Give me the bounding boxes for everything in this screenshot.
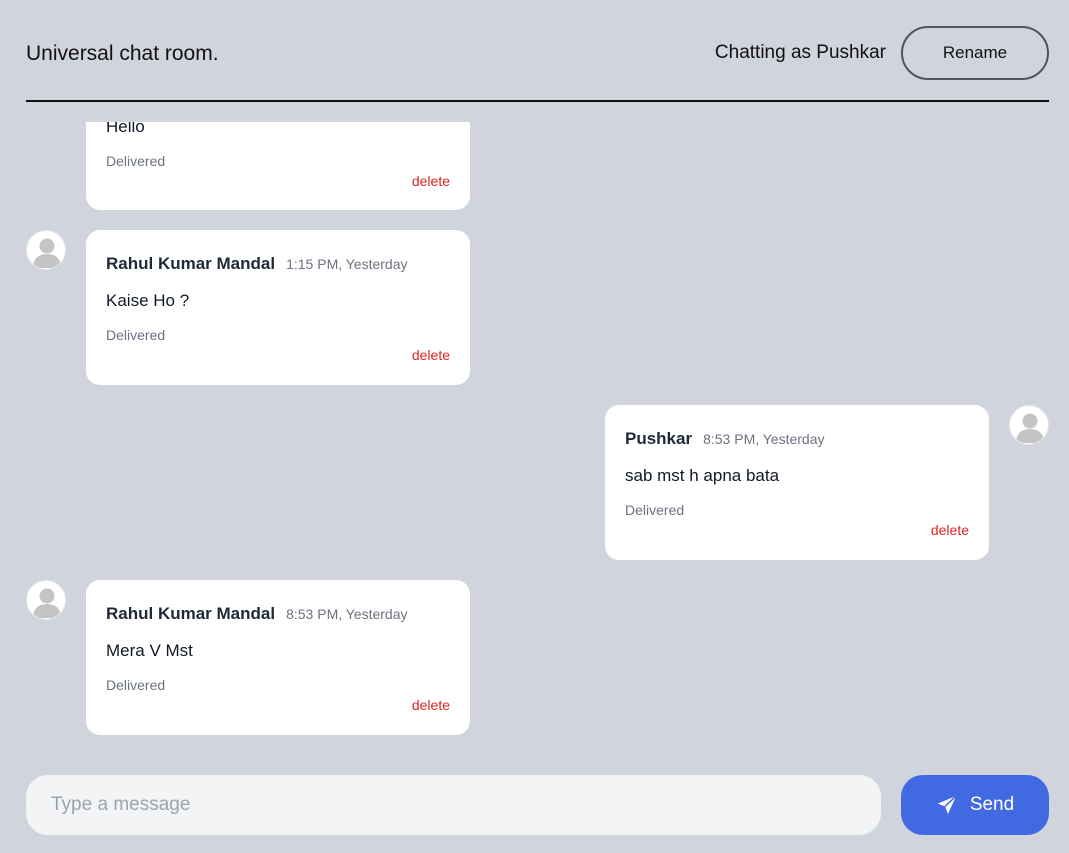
message-item: Rahul Kumar Mandal 8:53 PM, Yesterday Me…: [0, 580, 1069, 735]
message-sender: Pushkar: [625, 429, 693, 448]
message-bubble: Rahul Kumar Mandal 1:15 PM, Yesterday Ka…: [86, 230, 470, 385]
message-text: Mera V Mst: [106, 641, 193, 660]
user-avatar-icon: [1009, 405, 1049, 445]
message-bubble: Rahul Kumar Mandal 8:53 PM, Yesterday Me…: [86, 580, 470, 735]
chatting-as-label: Chatting as Pushkar: [714, 42, 886, 63]
message-item: Pushkar 8:53 PM, Yesterday sab mst h apn…: [0, 405, 1069, 560]
send-button[interactable]: Send: [901, 775, 1049, 835]
message-timestamp: 1:15 PM, Yesterday: [286, 256, 408, 272]
delete-message-link[interactable]: delete: [412, 697, 450, 713]
user-info: Chatting as Pushkar Rename: [715, 26, 1049, 80]
message-status: Delivered: [106, 153, 166, 169]
message-header: Pushkar 8:53 PM, Yesterday: [625, 429, 825, 449]
message-header: Rahul Kumar Mandal 1:15 PM, Yesterday: [106, 254, 408, 274]
message-list[interactable]: Hello Delivered delete Rahul Kumar Manda…: [0, 122, 1069, 752]
message-status: Delivered: [106, 327, 166, 343]
delete-message-link[interactable]: delete: [931, 522, 969, 538]
message-sender: Rahul Kumar Mandal: [106, 254, 276, 273]
room-title: Universal chat room.: [26, 42, 219, 65]
message-timestamp: 8:53 PM, Yesterday: [703, 431, 825, 447]
chat-app: Universal chat room. Chatting as Pushkar…: [0, 0, 1069, 853]
delete-message-link[interactable]: delete: [412, 173, 450, 189]
message-text: sab mst h apna bata: [625, 466, 780, 485]
message-item: Rahul Kumar Mandal 1:15 PM, Yesterday Ka…: [0, 230, 1069, 385]
message-text: Kaise Ho ?: [106, 291, 190, 310]
delete-message-link[interactable]: delete: [412, 347, 450, 363]
message-status: Delivered: [625, 502, 685, 518]
chat-header: Universal chat room. Chatting as Pushkar…: [26, 26, 1049, 102]
message-item: Hello Delivered delete: [0, 122, 1069, 210]
message-text: Hello: [106, 122, 145, 136]
message-timestamp: 8:53 PM, Yesterday: [286, 606, 408, 622]
message-bubble: Pushkar 8:53 PM, Yesterday sab mst h apn…: [605, 405, 989, 560]
user-avatar-icon: [26, 230, 66, 270]
rename-button[interactable]: Rename: [901, 26, 1049, 80]
message-input[interactable]: [26, 775, 881, 835]
message-sender: Rahul Kumar Mandal: [106, 604, 276, 623]
send-icon: [936, 794, 958, 816]
message-status: Delivered: [106, 677, 166, 693]
message-bubble: Hello Delivered delete: [86, 122, 470, 210]
user-avatar-icon: [26, 580, 66, 620]
message-header: Rahul Kumar Mandal 8:53 PM, Yesterday: [106, 604, 408, 624]
send-button-label: Send: [969, 794, 1015, 815]
